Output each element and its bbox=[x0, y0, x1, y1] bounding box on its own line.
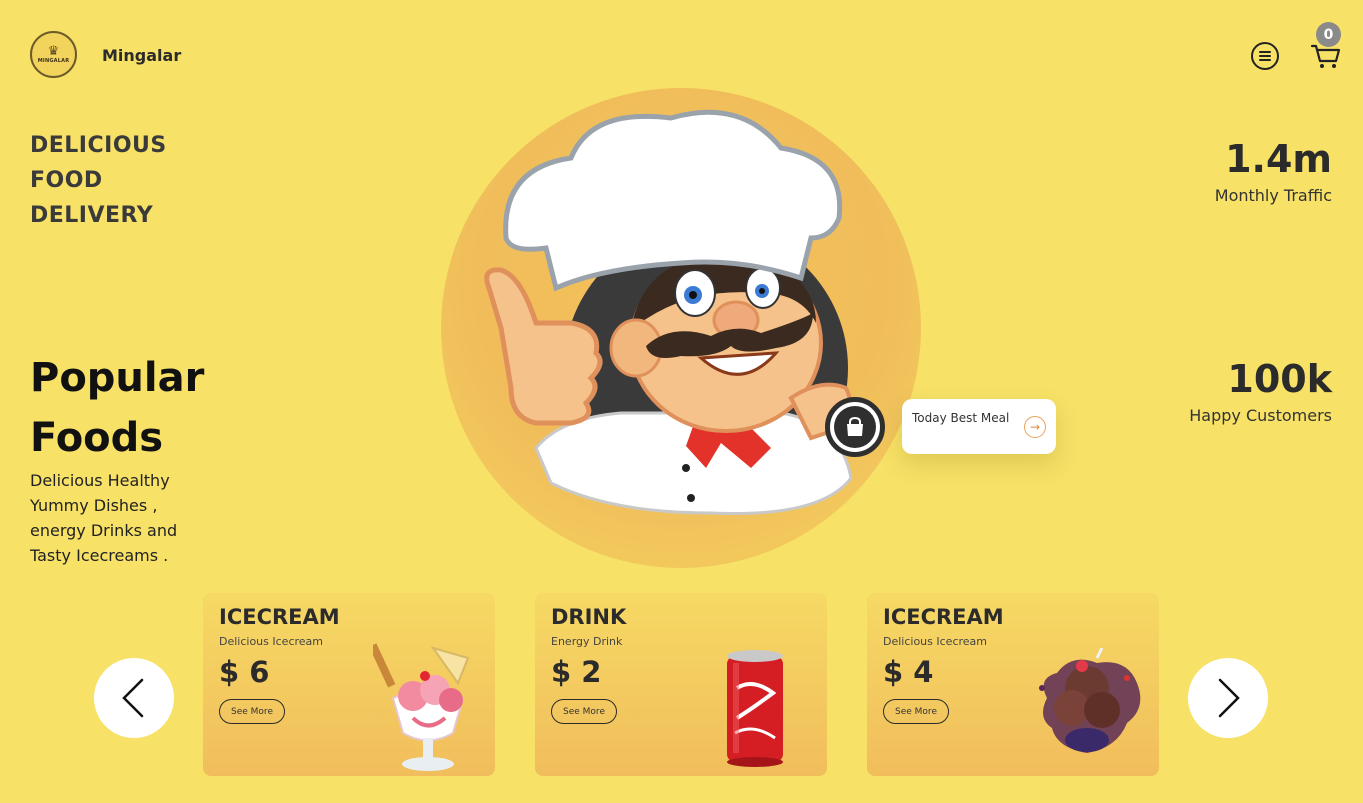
chocolate-icecream-image bbox=[1039, 648, 1141, 753]
food-card-icecream-2[interactable]: ICECREAM Delicious Icecream $ 4 See More bbox=[867, 593, 1159, 776]
card-category: DRINK bbox=[551, 605, 627, 629]
tagline-line: FOOD bbox=[30, 168, 103, 193]
menu-icon bbox=[1259, 51, 1271, 61]
crown-icon: ♛ bbox=[47, 43, 60, 59]
stat-value: 100k bbox=[1227, 357, 1332, 401]
stat-label: Monthly Traffic bbox=[1214, 186, 1332, 205]
popular-description: Delicious Healthy Yummy Dishes , energy … bbox=[30, 471, 178, 565]
stat-value: 1.4m bbox=[1225, 137, 1332, 181]
cola-can-image bbox=[727, 650, 783, 767]
chef-mascot-image bbox=[484, 109, 853, 516]
food-card-drink[interactable]: DRINK Energy Drink $ 2 See More bbox=[535, 593, 827, 776]
logo[interactable]: ♛ MINGALAR bbox=[30, 31, 77, 78]
popular-title-line: Foods bbox=[30, 415, 164, 461]
hero-chef-illustration bbox=[441, 88, 921, 568]
card-subtitle: Delicious Icecream bbox=[219, 635, 323, 648]
popular-title-line: Popular bbox=[30, 355, 205, 401]
card-price: $ 4 bbox=[883, 655, 934, 689]
menu-button[interactable] bbox=[1251, 42, 1279, 70]
today-best-meal-card[interactable]: Today Best Meal → bbox=[902, 399, 1056, 454]
best-meal-label: Today Best Meal bbox=[912, 411, 1010, 425]
see-more-button[interactable]: See More bbox=[883, 699, 949, 724]
stat-happy-customers: 100k Happy Customers bbox=[1189, 356, 1332, 425]
food-card-icecream[interactable]: ICECREAM Delicious Icecream $ 6 See More bbox=[203, 593, 495, 776]
popular-title: Popular Foods bbox=[30, 348, 230, 468]
icecream-sundae-image bbox=[373, 643, 470, 771]
see-more-button[interactable]: See More bbox=[219, 699, 285, 724]
chevron-right-icon bbox=[1218, 678, 1240, 718]
bag-button-inner bbox=[834, 406, 876, 448]
logo-text: MINGALAR bbox=[37, 57, 70, 64]
stat-label: Happy Customers bbox=[1189, 406, 1332, 425]
arrow-right-icon[interactable]: → bbox=[1024, 416, 1046, 438]
card-category: ICECREAM bbox=[883, 605, 1004, 629]
brand-name[interactable]: Mingalar bbox=[102, 46, 181, 65]
stat-monthly-traffic: 1.4m Monthly Traffic bbox=[1215, 136, 1332, 205]
card-subtitle: Energy Drink bbox=[551, 635, 623, 648]
tagline-line: DELIVERY bbox=[30, 203, 154, 228]
shopping-bag-icon bbox=[847, 416, 863, 436]
tagline-line: DELICIOUS bbox=[30, 133, 167, 158]
bag-button[interactable] bbox=[825, 397, 885, 457]
see-more-button[interactable]: See More bbox=[551, 699, 617, 724]
card-subtitle: Delicious Icecream bbox=[883, 635, 987, 648]
carousel-prev-button[interactable] bbox=[94, 658, 174, 738]
card-price: $ 2 bbox=[551, 655, 602, 689]
carousel-next-button[interactable] bbox=[1188, 658, 1268, 738]
card-price: $ 6 bbox=[219, 655, 270, 689]
chevron-left-icon bbox=[122, 678, 144, 718]
card-category: ICECREAM bbox=[219, 605, 340, 629]
tagline: DELICIOUS FOOD DELIVERY bbox=[30, 128, 230, 233]
cart-count-badge: 0 bbox=[1316, 22, 1341, 47]
